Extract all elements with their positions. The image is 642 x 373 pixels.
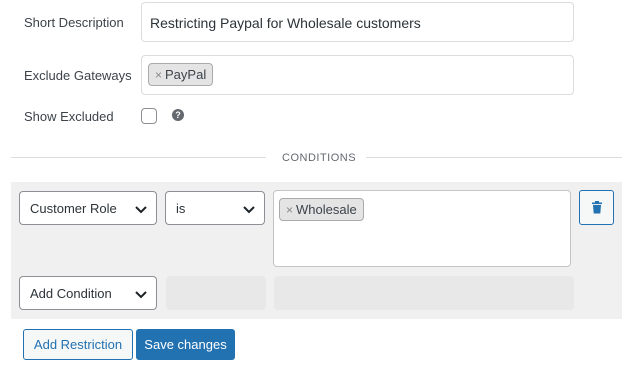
add-restriction-button[interactable]: Add Restriction — [23, 329, 133, 360]
role-chip-wholesale: × Wholesale — [279, 198, 364, 221]
operator-placeholder — [166, 276, 266, 310]
condition-field-value: Customer Role — [30, 200, 117, 216]
condition-operator-select[interactable]: is — [165, 191, 265, 225]
chevron-down-icon — [135, 206, 147, 214]
role-chip-label: Wholesale — [296, 202, 357, 217]
chip-remove-icon[interactable]: × — [155, 68, 162, 82]
add-condition-select[interactable]: Add Condition — [19, 276, 157, 310]
help-icon[interactable]: ? — [172, 109, 184, 121]
condition-value-select[interactable]: × Wholesale — [273, 190, 571, 267]
value-placeholder — [274, 276, 574, 310]
chevron-down-icon — [243, 206, 255, 214]
condition-operator-value: is — [176, 200, 186, 216]
chevron-down-icon — [135, 291, 147, 299]
save-changes-button[interactable]: Save changes — [136, 329, 235, 360]
gateway-chip-label: PayPal — [165, 67, 207, 82]
condition-field-select[interactable]: Customer Role — [19, 191, 157, 225]
short-description-value: Restricting Paypal for Wholesale custome… — [150, 15, 421, 31]
divider-right — [366, 157, 622, 158]
exclude-gateways-select[interactable]: × PayPal — [141, 55, 574, 95]
show-excluded-checkbox[interactable] — [141, 108, 157, 124]
exclude-gateways-label: Exclude Gateways — [24, 68, 132, 83]
short-description-label: Short Description — [24, 15, 124, 30]
show-excluded-label: Show Excluded — [24, 109, 114, 124]
gateway-chip-paypal: × PayPal — [148, 63, 214, 86]
trash-icon — [591, 201, 602, 214]
divider-left — [11, 157, 266, 158]
conditions-title: CONDITIONS — [282, 152, 357, 164]
short-description-input[interactable]: Restricting Paypal for Wholesale custome… — [141, 2, 574, 42]
add-condition-value: Add Condition — [30, 285, 112, 301]
delete-condition-button[interactable] — [579, 190, 614, 225]
chip-remove-icon[interactable]: × — [286, 203, 293, 217]
